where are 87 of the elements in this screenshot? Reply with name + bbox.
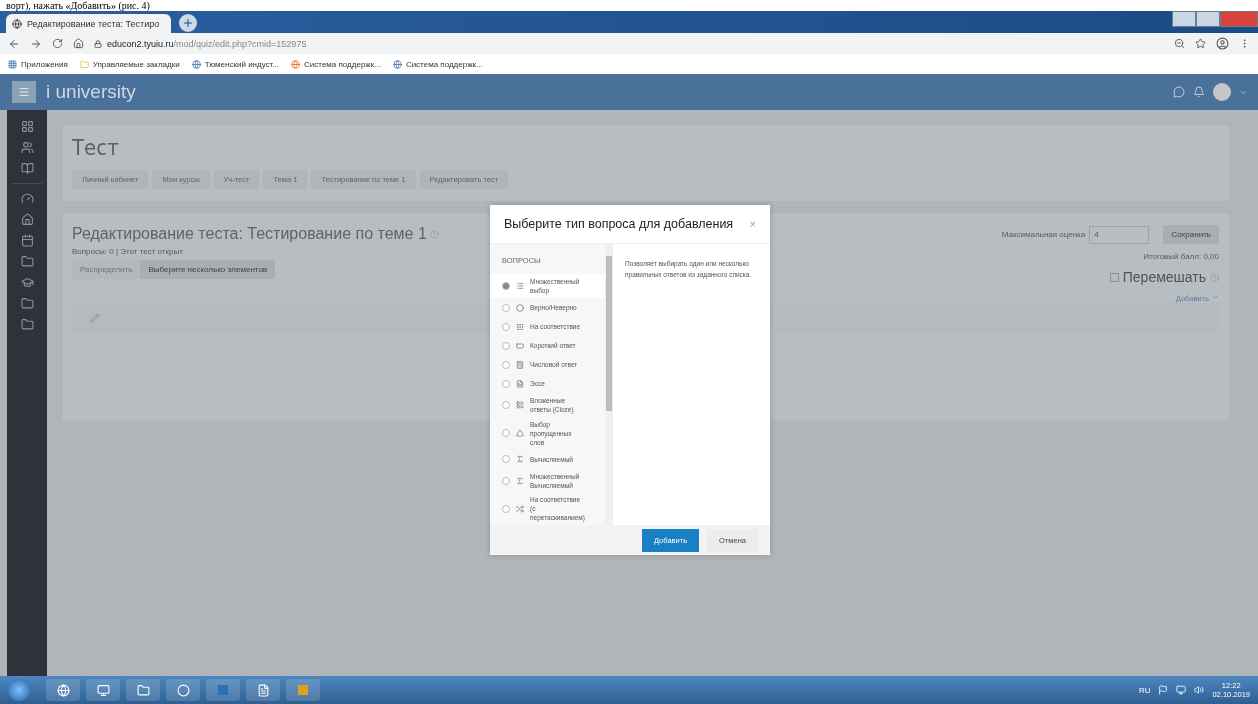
- sidebar-icon[interactable]: [20, 213, 34, 226]
- scrollbar[interactable]: [605, 244, 613, 525]
- dialog-title: Выберите тип вопроса для добавления: [504, 217, 734, 231]
- total-grade: Итоговый балл: 0,00: [1143, 252, 1219, 261]
- reload-icon[interactable]: [52, 38, 63, 49]
- max-grade-field[interactable]: 4: [1089, 225, 1150, 244]
- sidebar-icon[interactable]: [20, 276, 34, 289]
- question-type-icon: [516, 401, 524, 410]
- radio-button[interactable]: [502, 455, 510, 464]
- save-button[interactable]: Сохранить: [1163, 225, 1219, 244]
- menu-icon: [18, 86, 30, 98]
- question-type-icon: [516, 379, 524, 388]
- avatar[interactable]: [1213, 83, 1231, 101]
- question-type-icon: [516, 504, 524, 513]
- document-text: ворт), нажать «Добавить» (рис. 4): [6, 0, 150, 11]
- menu-button[interactable]: [12, 81, 36, 103]
- sidebar-icon[interactable]: [20, 141, 34, 154]
- shuffle-checkbox[interactable]: [1109, 272, 1119, 282]
- taskbar-app-icon[interactable]: [46, 679, 80, 701]
- taskbar-app-icon[interactable]: [246, 679, 280, 701]
- chat-icon[interactable]: [1173, 86, 1185, 98]
- quiz-heading: Редактирование теста: Тестирование по теме 1: [72, 225, 427, 243]
- question-type-icon: [516, 341, 524, 350]
- bell-icon[interactable]: [1193, 86, 1205, 98]
- question-type-icon: [516, 360, 524, 369]
- plus-icon: [182, 17, 194, 29]
- taskbar-app-icon[interactable]: [86, 679, 120, 701]
- radio-button[interactable]: [502, 504, 510, 513]
- forward-icon[interactable]: [30, 37, 42, 50]
- start-button[interactable]: [8, 679, 30, 701]
- taskbar-app-icon[interactable]: [166, 679, 200, 701]
- question-type-icon: [516, 455, 524, 464]
- maximize-button[interactable]: [1196, 11, 1220, 27]
- apps-grid-icon: [8, 59, 17, 69]
- radio-button[interactable]: [502, 379, 510, 388]
- radio-button[interactable]: [502, 429, 510, 438]
- minimize-button[interactable]: [1172, 11, 1196, 27]
- sidebar-icon[interactable]: [20, 255, 34, 268]
- radio-button[interactable]: [502, 303, 510, 312]
- radio-button[interactable]: [502, 322, 510, 331]
- globe-icon: [291, 59, 301, 69]
- radio-button[interactable]: [502, 282, 510, 291]
- lock-icon: [94, 39, 102, 48]
- sidebar-icon[interactable]: [20, 192, 34, 205]
- home-icon[interactable]: [73, 38, 84, 49]
- volume-icon[interactable]: [1194, 685, 1205, 695]
- taskbar-app-icon[interactable]: [286, 679, 320, 701]
- bookmark[interactable]: Система поддержк...: [291, 59, 381, 69]
- page-title: Тест: [72, 135, 120, 160]
- bookmark[interactable]: Тюменский индуст...: [191, 59, 280, 69]
- language-indicator[interactable]: RU: [1138, 685, 1151, 695]
- caret-icon: [1211, 293, 1219, 301]
- bookmark[interactable]: Система поддержк...: [392, 59, 483, 69]
- taskbar-app-icon[interactable]: [126, 679, 160, 701]
- sidebar-icon[interactable]: [20, 120, 34, 133]
- radio-button[interactable]: [502, 341, 510, 350]
- sidebar-icon[interactable]: [20, 297, 34, 310]
- globe-icon: [12, 18, 22, 29]
- zoom-icon[interactable]: [1174, 38, 1185, 49]
- question-type-icon: [516, 429, 524, 438]
- back-icon[interactable]: [8, 37, 20, 50]
- folder-icon: [79, 59, 89, 69]
- network-icon[interactable]: [1176, 685, 1187, 695]
- action-button[interactable]: Выберите несколько элементов: [140, 260, 276, 279]
- star-icon[interactable]: [1195, 38, 1206, 49]
- quiz-status: Вопросы: 0 | Этот тест открыт: [72, 247, 184, 256]
- bookmark[interactable]: Управляемые закладки: [79, 59, 180, 69]
- brand-logo: i university: [46, 81, 136, 103]
- profile-icon[interactable]: [1216, 37, 1229, 50]
- shuffle-label: Перемешать: [1122, 269, 1206, 285]
- sidebar-icon[interactable]: [20, 318, 34, 331]
- max-grade-label: Максимальная оценка: [1001, 230, 1086, 239]
- question-type-icon: [516, 476, 524, 485]
- new-tab-button[interactable]: [179, 14, 197, 32]
- flag-icon[interactable]: [1158, 685, 1169, 695]
- browser-tab[interactable]: Редактирование теста: Тестиро: [6, 14, 171, 33]
- sidebar-icon[interactable]: [20, 234, 34, 247]
- radio-button[interactable]: [502, 401, 510, 410]
- globe-icon: [392, 59, 402, 69]
- bookmark[interactable]: Приложения: [8, 59, 68, 69]
- question-type-icon: [516, 303, 524, 312]
- radio-button[interactable]: [502, 360, 510, 369]
- radio-button[interactable]: [502, 476, 510, 485]
- question-type-icon: [516, 282, 524, 291]
- globe-icon: [191, 59, 201, 69]
- question-type-icon: [516, 322, 524, 331]
- sidebar-icon[interactable]: [20, 162, 34, 175]
